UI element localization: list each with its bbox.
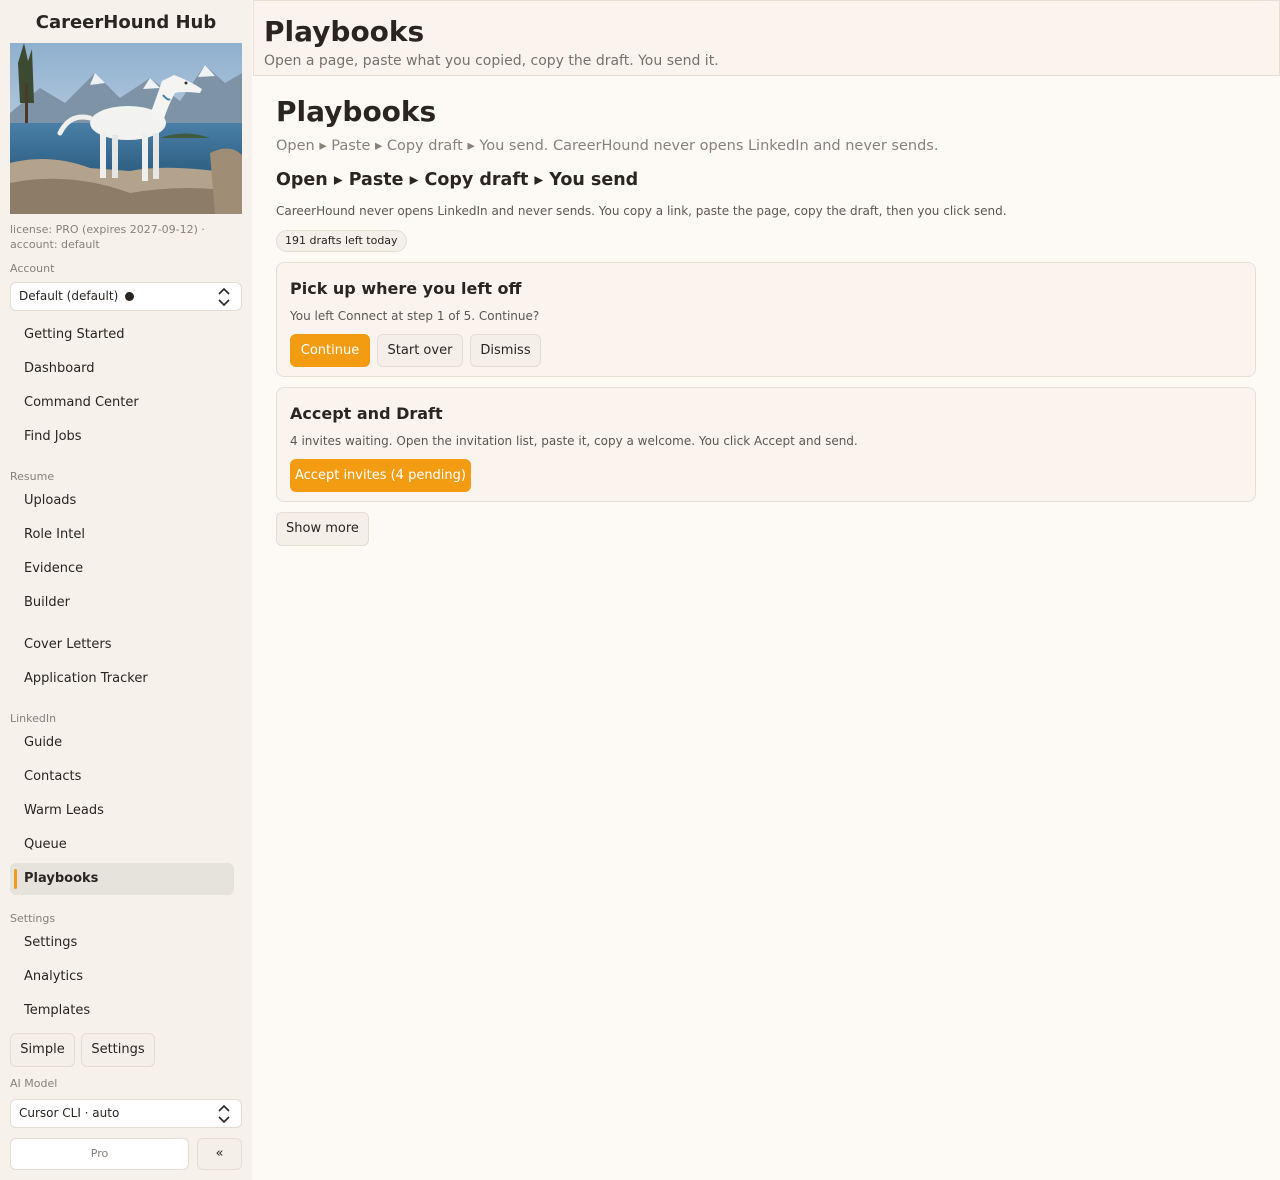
resume-card: Pick up where you left off You left Conn… xyxy=(276,262,1256,377)
app-title: CareerHound Hub xyxy=(35,12,217,33)
nav-item-evidence[interactable]: Evidence xyxy=(10,553,234,585)
accept-card-title: Accept and Draft xyxy=(290,404,443,423)
account-select[interactable]: Default (default) xyxy=(10,282,242,311)
status-dot-icon xyxy=(125,292,135,301)
show-more-button[interactable]: Show more xyxy=(276,512,369,546)
account-value: Default (default) xyxy=(19,289,119,303)
updown-chevron-icon xyxy=(218,1104,230,1124)
header-title: Playbooks xyxy=(264,15,425,48)
nav-item-playbooks[interactable]: Playbooks xyxy=(10,863,234,895)
page-title: Playbooks xyxy=(276,95,437,128)
nav-item-queue[interactable]: Queue xyxy=(10,829,234,861)
nav-item-settings[interactable]: Settings xyxy=(10,927,234,959)
start-over-button[interactable]: Start over xyxy=(377,334,463,367)
nav-item-guide[interactable]: Guide xyxy=(10,727,234,759)
sidebar: CareerHound Hub license: PRO (expires 20… xyxy=(0,0,252,1180)
nav-item-dashboard[interactable]: Dashboard xyxy=(10,353,234,385)
nav-item-application-tracker[interactable]: Application Tracker xyxy=(10,663,234,695)
nav-item-warm-leads[interactable]: Warm Leads xyxy=(10,795,234,827)
nav-item-contacts[interactable]: Contacts xyxy=(10,761,234,793)
page-subtitle: Open ▸ Paste ▸ Copy draft ▸ You send. Ca… xyxy=(276,138,939,154)
license-info: license: PRO (expires 2027-09-12) · acco… xyxy=(10,223,205,251)
nav-item-uploads[interactable]: Uploads xyxy=(10,485,234,517)
hero-illustration xyxy=(10,43,242,214)
account-label: Account xyxy=(10,262,55,275)
header-subtitle: Open a page, paste what you copied, copy… xyxy=(264,53,719,69)
nav-item-find-jobs[interactable]: Find Jobs xyxy=(10,421,234,453)
pro-button[interactable]: Pro xyxy=(10,1138,189,1170)
flow-title: Open ▸ Paste ▸ Copy draft ▸ You send xyxy=(276,170,639,190)
dismiss-button[interactable]: Dismiss xyxy=(470,334,541,367)
ai-model-value: Cursor CLI · auto xyxy=(19,1106,120,1120)
resume-card-title: Pick up where you left off xyxy=(290,279,522,298)
drafts-left-badge: 191 drafts left today xyxy=(276,230,407,252)
collapse-sidebar-button[interactable]: « xyxy=(197,1138,242,1170)
nav-item-command-center[interactable]: Command Center xyxy=(10,387,234,419)
simple-mode-button[interactable]: Simple xyxy=(10,1033,75,1067)
accept-invites-button[interactable]: Accept invites (4 pending) xyxy=(290,459,471,492)
nav-item-role-intel[interactable]: Role Intel xyxy=(10,519,234,551)
ai-model-select[interactable]: Cursor CLI · auto xyxy=(10,1099,242,1128)
section-label-resume: Resume xyxy=(10,470,55,483)
continue-button[interactable]: Continue xyxy=(290,334,370,367)
section-label-linkedin: LinkedIn xyxy=(10,712,57,725)
updown-chevron-icon xyxy=(218,287,230,307)
ai-model-label: AI Model xyxy=(10,1077,58,1090)
nav-item-getting-started[interactable]: Getting Started xyxy=(10,319,234,351)
page-header: Playbooks Open a page, paste what you co… xyxy=(253,0,1280,76)
nav-item-cover-letters[interactable]: Cover Letters xyxy=(10,629,234,661)
resume-card-description: You left Connect at step 1 of 5. Continu… xyxy=(290,309,540,323)
nav-item-analytics[interactable]: Analytics xyxy=(10,961,234,993)
flow-description: CareerHound never opens LinkedIn and nev… xyxy=(276,204,1007,218)
accept-card-description: 4 invites waiting. Open the invitation l… xyxy=(290,434,858,448)
settings-mode-button[interactable]: Settings xyxy=(81,1033,155,1067)
accept-draft-card: Accept and Draft 4 invites waiting. Open… xyxy=(276,387,1256,502)
nav-item-builder[interactable]: Builder xyxy=(10,587,234,619)
nav-item-templates[interactable]: Templates xyxy=(10,995,234,1027)
section-label-settings: Settings xyxy=(10,912,56,925)
